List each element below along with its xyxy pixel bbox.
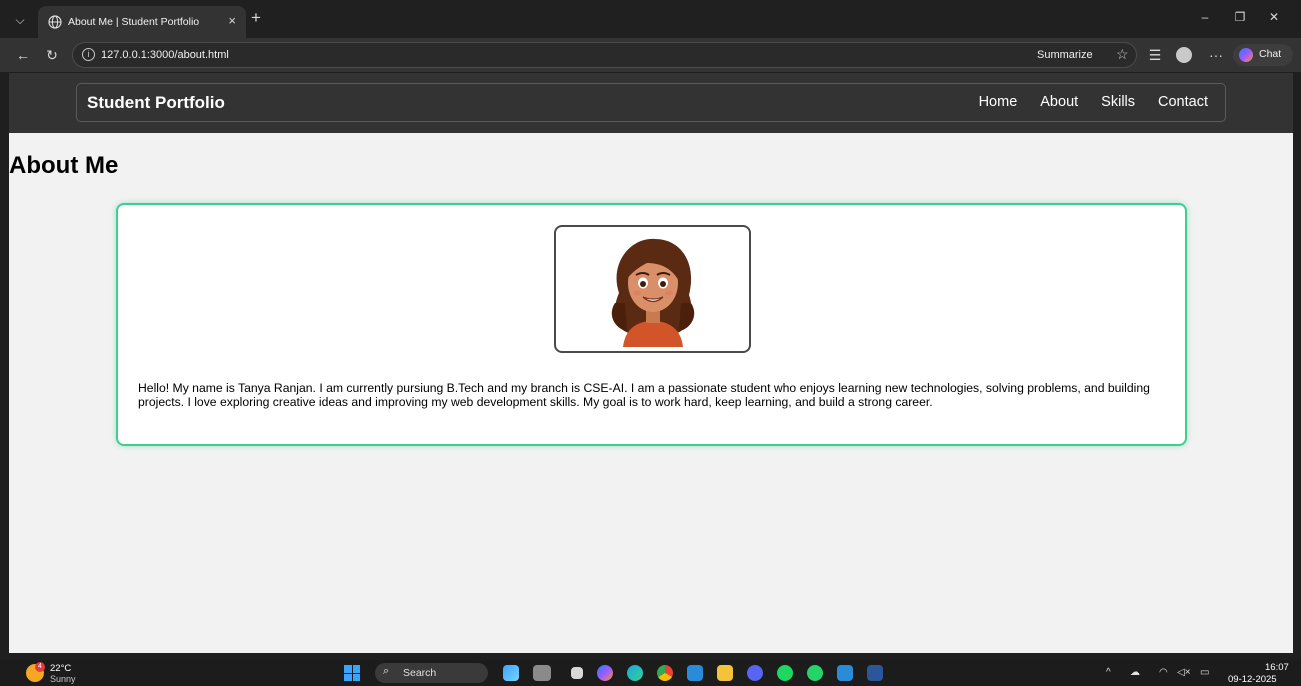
- favorites-icon[interactable]: ☰: [1146, 47, 1164, 63]
- chrome-icon[interactable]: [657, 665, 673, 681]
- clock-date[interactable]: 09-12-2025: [1228, 674, 1277, 685]
- start-button[interactable]: [344, 665, 360, 681]
- site-navbar: Student Portfolio Home About Skills Cont…: [9, 73, 1293, 133]
- search-icon: ⌕: [383, 665, 390, 677]
- navbar-container: Student Portfolio Home About Skills Cont…: [76, 83, 1226, 122]
- taskbar: 4 22°C Sunny ⌕ Search ^ ☁ ◠ ◁× ▭ 16:07 0…: [0, 660, 1301, 686]
- profile-icon[interactable]: [1176, 47, 1192, 63]
- url-text[interactable]: 127.0.0.1:3000/about.html: [101, 49, 229, 61]
- onedrive-icon[interactable]: ☁: [1130, 667, 1140, 678]
- nav-links: Home About Skills Contact: [979, 94, 1208, 110]
- file-explorer-icon[interactable]: [717, 665, 733, 681]
- tray-chevron-icon[interactable]: ^: [1106, 667, 1111, 678]
- task-view-icon[interactable]: [533, 665, 551, 681]
- avatar: [611, 238, 695, 347]
- chat-label: Chat: [1259, 48, 1282, 60]
- spotify-icon[interactable]: [777, 665, 793, 681]
- bio-text: Hello! My name is Tanya Ranjan. I am cur…: [138, 381, 1150, 409]
- start-tile: [344, 673, 352, 681]
- weather-badge: 4: [35, 662, 45, 672]
- weather-desc[interactable]: Sunny: [50, 674, 76, 684]
- address-bar[interactable]: i 127.0.0.1:3000/about.html Summarize ☆: [72, 42, 1137, 68]
- start-tile: [344, 665, 352, 673]
- tab-close-icon[interactable]: ×: [228, 13, 236, 28]
- start-tile: [352, 673, 360, 681]
- taskbar-search[interactable]: ⌕ Search: [375, 663, 488, 683]
- active-tab[interactable]: About Me | Student Portfolio ×: [38, 6, 246, 38]
- back-icon[interactable]: ←: [14, 47, 32, 63]
- weather-temp[interactable]: 22°C: [50, 663, 71, 674]
- site-brand[interactable]: Student Portfolio: [87, 93, 225, 113]
- whatsapp-icon[interactable]: [807, 665, 823, 681]
- info-icon[interactable]: i: [82, 48, 95, 61]
- store-icon[interactable]: [687, 665, 703, 681]
- tab-list-icon[interactable]: ⌵: [10, 10, 30, 30]
- copilot-chat-button[interactable]: Chat: [1233, 44, 1293, 66]
- window-icon[interactable]: [571, 667, 583, 679]
- wifi-icon[interactable]: ◠: [1159, 667, 1168, 678]
- browser-tab-strip: ⌵ About Me | Student Portfolio × + – ❐ ✕: [0, 0, 1301, 38]
- minimize-button[interactable]: –: [1195, 10, 1215, 24]
- nav-contact[interactable]: Contact: [1158, 94, 1208, 110]
- search-label: Search: [403, 667, 437, 679]
- more-icon[interactable]: ···: [1207, 47, 1225, 63]
- page-title: About Me: [9, 152, 119, 179]
- tab-title: About Me | Student Portfolio: [68, 16, 200, 28]
- vscode-icon[interactable]: [837, 665, 853, 681]
- nav-home[interactable]: Home: [979, 94, 1018, 110]
- globe-icon: [48, 15, 62, 29]
- edge-icon[interactable]: [627, 665, 643, 681]
- battery-icon[interactable]: ▭: [1200, 667, 1209, 678]
- discord-icon[interactable]: [747, 665, 763, 681]
- new-tab-button[interactable]: +: [251, 8, 261, 28]
- nav-skills[interactable]: Skills: [1101, 94, 1135, 110]
- volume-icon[interactable]: ◁×: [1177, 667, 1191, 678]
- widgets-icon[interactable]: [503, 665, 519, 681]
- nav-about[interactable]: About: [1040, 94, 1078, 110]
- start-tile: [352, 665, 360, 673]
- restore-button[interactable]: ❐: [1230, 10, 1250, 24]
- refresh-icon[interactable]: ↻: [43, 47, 61, 63]
- summarize-button[interactable]: Summarize: [1037, 49, 1093, 61]
- close-window-button[interactable]: ✕: [1264, 10, 1284, 24]
- about-card: Hello! My name is Tanya Ranjan. I am cur…: [116, 203, 1187, 446]
- page-viewport: Student Portfolio Home About Skills Cont…: [9, 73, 1293, 653]
- copilot-icon[interactable]: [597, 665, 613, 681]
- word-icon[interactable]: [867, 665, 883, 681]
- star-icon[interactable]: ☆: [1116, 46, 1129, 63]
- browser-toolbar: ← ↻ i 127.0.0.1:3000/about.html Summariz…: [0, 38, 1301, 72]
- clock-time[interactable]: 16:07: [1265, 662, 1289, 673]
- avatar-frame: [554, 225, 751, 353]
- copilot-icon: [1239, 48, 1253, 62]
